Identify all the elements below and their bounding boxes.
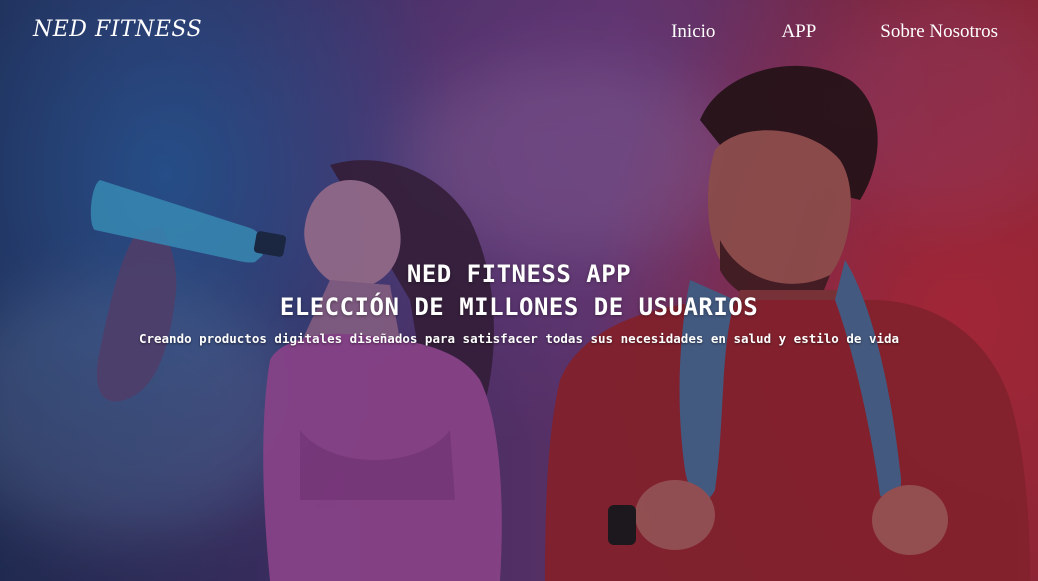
hero-title-line2: ELECCIÓN DE MILLONES DE USUARIOS xyxy=(279,293,759,321)
hero-headline: NED FITNESS APP ELECCIÓN DE MILLONES DE … xyxy=(0,258,1038,348)
nav-menu: Inicio APP Sobre Nosotros xyxy=(671,21,998,43)
nav-link-inicio[interactable]: Inicio xyxy=(671,21,715,43)
hero-section: NED FITNESS Inicio APP Sobre Nosotros NE… xyxy=(0,0,1038,581)
nav-link-sobre-nosotros[interactable]: Sobre Nosotros xyxy=(880,21,998,43)
nav-link-app[interactable]: APP xyxy=(781,21,816,43)
hero-title-line1: NED FITNESS APP xyxy=(406,260,632,288)
top-navigation: NED FITNESS Inicio APP Sobre Nosotros xyxy=(0,0,1038,66)
brand-logo[interactable]: NED FITNESS xyxy=(33,17,202,42)
hero-subtitle: Creando productos digitales diseñados pa… xyxy=(138,331,900,346)
